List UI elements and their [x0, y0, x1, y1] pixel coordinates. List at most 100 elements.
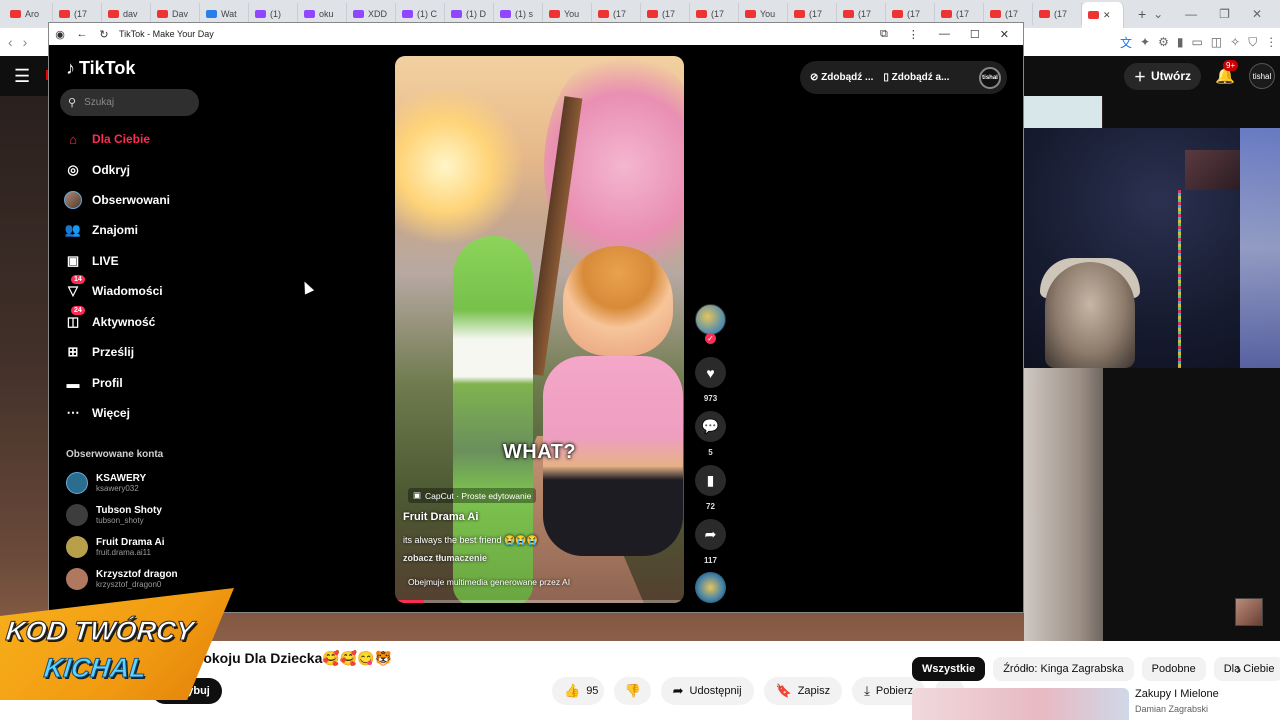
download-label: Pobierz: [875, 685, 914, 697]
tab-search-chevron-icon[interactable]: ⌄: [1153, 7, 1163, 21]
tiktok-logo[interactable]: ♪ TikTok: [66, 58, 135, 79]
save-button[interactable]: 🔖 Zapisz: [763, 677, 843, 705]
sidebar-item-1[interactable]: ◎ Odkryj: [64, 159, 130, 181]
back-arrow-icon[interactable]: ←: [71, 28, 93, 40]
shield-icon[interactable]: ⛉: [1248, 35, 1257, 50]
tab-favicon-icon: [157, 10, 168, 18]
sidebar-item-6[interactable]: ◫ 24 Aktywność: [64, 306, 155, 333]
video-author[interactable]: Fruit Drama Ai: [403, 511, 478, 523]
extension-icon[interactable]: ⧉: [880, 28, 888, 41]
comment-icon: 💬: [695, 411, 726, 442]
like-action[interactable]: ♥ 973: [695, 357, 726, 403]
minimize-icon[interactable]: —: [939, 28, 950, 40]
window-title: TikTok - Make Your Day: [119, 29, 214, 39]
account-text: Krzysztof dragon krzysztof_dragon0: [96, 569, 178, 589]
browser-tab[interactable]: (17: [1033, 3, 1082, 25]
tiktok-window-controls: ⧉ ⋮ — ☐ ✕: [880, 23, 1009, 45]
forward-icon[interactable]: ›: [23, 34, 28, 50]
restore-icon[interactable]: ❐: [1219, 7, 1230, 21]
capcut-tag[interactable]: ▣ CapCut · Proste edytowanie: [408, 488, 537, 503]
close-tab-icon[interactable]: ✕: [1103, 10, 1111, 21]
tiktok-note-icon: ♪: [66, 58, 75, 78]
extension-icon[interactable]: ✦: [1140, 35, 1150, 49]
tab-favicon-icon: [10, 10, 21, 18]
video-player[interactable]: WHAT? ▣ CapCut · Proste edytowanie Fruit…: [395, 56, 684, 603]
sound-disc[interactable]: [695, 572, 726, 603]
followed-account[interactable]: Tubson Shoty tubson_shoty: [66, 504, 162, 526]
share-button[interactable]: ➦ Udostępnij: [660, 677, 754, 705]
wallet-icon[interactable]: ▭: [1191, 35, 1202, 49]
close-window-icon[interactable]: ✕: [1252, 7, 1262, 21]
sidebar-item-4[interactable]: ▣ LIVE: [64, 250, 119, 272]
followed-account[interactable]: KSAWERY ksawery032: [66, 472, 146, 494]
tab-label: (17: [1005, 9, 1019, 19]
search-icon: ⚲: [68, 97, 77, 109]
share-action[interactable]: ➦ 117: [695, 519, 726, 565]
sidebar-item-9[interactable]: ⋯ Więcej: [64, 402, 130, 424]
account-handle: krzysztof_dragon0: [96, 580, 162, 589]
minimize-icon[interactable]: —: [1185, 7, 1197, 21]
sidebar-item-3[interactable]: 👥 Znajomi: [64, 219, 138, 241]
save-action[interactable]: ▮ 72: [695, 465, 726, 511]
browser-tab[interactable]: Aro: [4, 3, 53, 25]
avatar-icon: [64, 191, 82, 209]
kebab-menu-icon[interactable]: ⋮: [908, 28, 919, 41]
avatar[interactable]: tishal: [1248, 63, 1275, 89]
get-app-button[interactable]: ▯ Zdobądź a...: [883, 72, 949, 83]
reload-icon[interactable]: ↻: [93, 28, 115, 41]
chip-for-you[interactable]: Dla Ciebie: [1213, 657, 1280, 681]
tab-favicon-icon: [843, 10, 854, 18]
download-icon: ⤓: [864, 683, 870, 698]
followed-account[interactable]: Krzysztof dragon krzysztof_dragon0: [66, 568, 178, 590]
tab-favicon-icon: [794, 10, 805, 18]
copilot-icon[interactable]: ✧: [1230, 35, 1240, 49]
maximize-icon[interactable]: ☐: [970, 28, 980, 41]
recommendation-thumbnail[interactable]: [912, 688, 1129, 720]
recommendation-channel[interactable]: Damian Zagrabski: [1135, 704, 1208, 714]
chip-source[interactable]: Źródło: Kinga Zagrabska: [993, 657, 1134, 681]
new-tab-button[interactable]: +: [1124, 6, 1146, 22]
sidebar-item-8[interactable]: ▬ Profil: [64, 372, 123, 394]
sidebar-item-label: Więcej: [92, 406, 130, 420]
sidebar-item-5[interactable]: ▽ 14 Wiadomości: [64, 275, 163, 302]
back-icon[interactable]: ‹: [8, 34, 13, 50]
video-progress-bar[interactable]: [395, 600, 684, 603]
account-handle: tubson_shoty: [96, 516, 144, 525]
active-browser-tab[interactable]: ✕: [1082, 2, 1124, 28]
sidebar-item-2[interactable]: Obserwowani: [64, 189, 170, 211]
webcam-person: [1045, 262, 1135, 368]
tab-label: (17: [613, 9, 627, 19]
follow-plus-icon[interactable]: ✓: [705, 333, 716, 344]
author-avatar[interactable]: [695, 304, 726, 335]
get-coins-button[interactable]: ⊘ Zdobądź ...: [810, 72, 873, 83]
create-label: Utwórz: [1151, 69, 1192, 83]
notifications-button[interactable]: 🔔 9+: [1215, 60, 1239, 86]
sidebar-item-0[interactable]: ⌂ Dla Ciebie: [64, 128, 150, 150]
split-icon[interactable]: ◫: [1211, 35, 1222, 49]
chip-related[interactable]: Podobne: [1141, 657, 1206, 681]
translate-link[interactable]: zobacz tłumaczenie: [403, 553, 487, 563]
avatar: [66, 536, 88, 558]
sidebar-icon[interactable]: ▮: [1177, 35, 1184, 49]
sidebar-item-7[interactable]: ⊞ Prześlij: [64, 341, 134, 363]
followed-account[interactable]: Fruit Drama Ai fruit.drama.ai11: [66, 536, 165, 558]
more-icon[interactable]: ⋮: [1265, 35, 1277, 49]
search-input[interactable]: [84, 97, 185, 108]
like-button[interactable]: 👍 95: [552, 677, 605, 705]
avatar[interactable]: tishal: [979, 66, 1001, 89]
recommendation-title[interactable]: Zakupy I Mielone: [1135, 688, 1219, 700]
hamburger-menu-icon[interactable]: ☰: [14, 66, 30, 87]
tiktok-titlebar: ◉ ← ↻ TikTok - Make Your Day: [49, 23, 1023, 45]
browser-window-controls: ⌄ — ❐ ✕: [1153, 0, 1280, 28]
chevron-right-icon[interactable]: ›: [1236, 661, 1241, 679]
chip-all[interactable]: Wszystkie: [912, 657, 986, 681]
video-caption: its always the best friend 😭😭😭: [403, 535, 538, 545]
translate-icon[interactable]: 文: [1120, 34, 1132, 51]
comment-action[interactable]: 💬 5: [695, 411, 726, 457]
search-box[interactable]: ⚲: [60, 89, 199, 116]
extension-icon[interactable]: ⚙: [1158, 35, 1169, 49]
create-button[interactable]: ＋ Utwórz: [1124, 62, 1202, 90]
close-icon[interactable]: ✕: [1000, 28, 1009, 41]
dislike-button[interactable]: 👎: [614, 677, 651, 705]
share-icon: ➦: [695, 519, 726, 550]
